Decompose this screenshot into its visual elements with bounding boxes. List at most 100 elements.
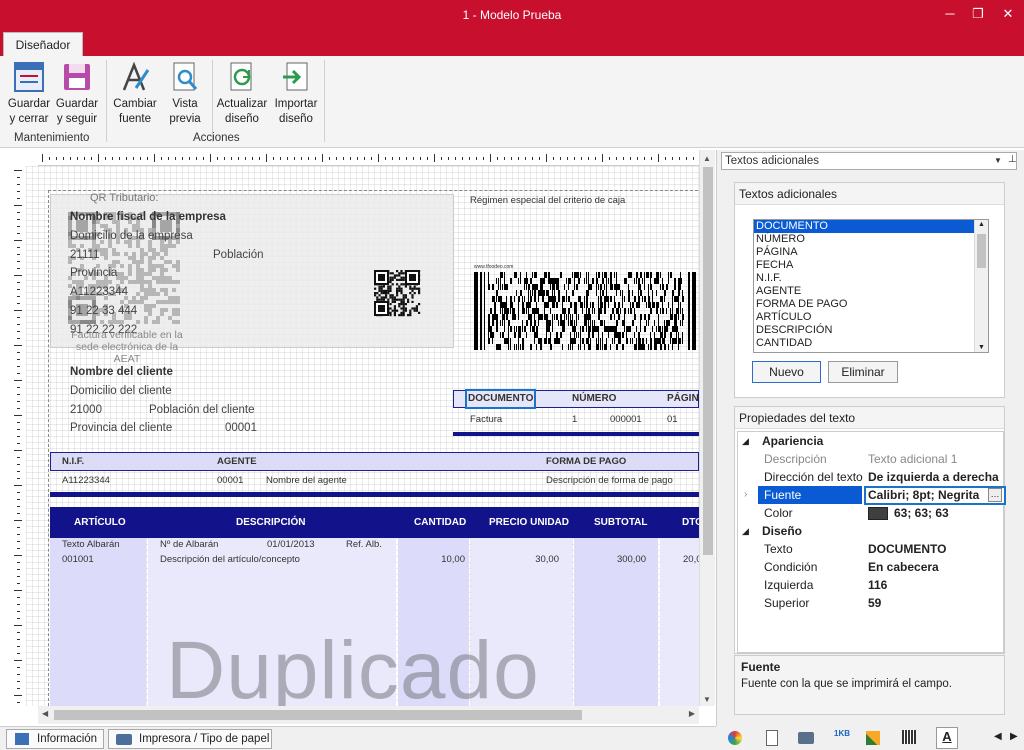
color-swatch[interactable] [868,507,888,520]
list-item[interactable]: DESCRIPCIÓN [754,324,988,337]
company-name[interactable]: Nombre fiscal de la empresa [70,211,226,223]
prop-value[interactable]: 63; 63; 63 [894,504,949,522]
header-numero[interactable]: NÚMERO [572,393,616,404]
list-item[interactable]: NÚMERO [754,233,988,246]
save-close-button[interactable]: Guardar y cerrar [4,60,54,127]
row-albaran-ref[interactable]: Ref. Alb. [346,539,382,550]
value-nif[interactable]: A11223344 [62,475,110,486]
company-nif[interactable]: A11223344 [70,286,128,298]
header-nif[interactable]: N.I.F. [62,456,84,467]
client-city[interactable]: Población del cliente [149,404,255,416]
prop-row-descripcion[interactable]: Descripción Texto adicional 1 [738,450,1003,468]
minimize-button[interactable]: ─ [936,4,964,24]
list-item[interactable]: FORMA DE PAGO [754,298,988,311]
document-icon[interactable] [766,730,778,746]
company-phone[interactable]: 91 22 33 444 [70,305,137,317]
row-albaran-text[interactable]: Texto Albarán [62,539,120,550]
value-payment[interactable]: Descripción de forma de pago [546,475,673,486]
save-continue-button[interactable]: Guardar y seguir [52,60,102,127]
row-article-code[interactable]: 001001 [62,554,94,565]
prop-value[interactable]: DOCUMENTO [868,540,946,558]
qr-label[interactable]: QR Tributario: [90,192,158,204]
client-address[interactable]: Domicilio del cliente [70,385,172,397]
header-subtotal[interactable]: SUBTOTAL [594,517,648,528]
list-item[interactable]: DOCUMENTO [754,220,988,234]
scroll-right-icon[interactable]: ▶ [689,709,695,718]
printer-button[interactable]: Impresora / Tipo de papel [108,729,272,749]
header-precio[interactable]: PRECIO UNIDAD [489,517,569,528]
value-agent-code[interactable]: 00001 [217,475,243,486]
client-province[interactable]: Provincia del cliente [70,422,172,434]
doc-type[interactable]: Factura [470,414,502,425]
prop-row-fuente[interactable]: › Fuente Calibri; 8pt; Negrita … [738,486,1006,505]
list-item[interactable]: PÁGINA [754,246,988,259]
collapse-icon[interactable]: ◢ [742,432,749,450]
header-descripcion[interactable]: DESCRIPCIÓN [236,517,305,528]
doc-page[interactable]: 01 [667,414,678,425]
qr-tool-icon[interactable] [902,730,916,744]
row-albaran-number[interactable]: Nº de Albarán [160,539,218,550]
company-province[interactable]: Provincia [70,267,117,279]
vertical-scrollbar[interactable]: ▲ ▼ [699,150,715,706]
next-tab-icon[interactable]: ▶ [1010,731,1018,742]
edit-pencil-icon[interactable] [866,731,880,745]
category-diseno[interactable]: ◢ Diseño [738,522,1003,540]
prop-row-direccion[interactable]: Dirección del texto De izquierda a derec… [738,468,1003,486]
close-button[interactable]: ✕ [994,4,1022,24]
value-agent-name[interactable]: Nombre del agente [266,475,347,486]
header-forma-pago[interactable]: FORMA DE PAGO [546,456,626,467]
row-dto[interactable]: 20,0 [683,554,699,565]
prop-row-color[interactable]: Color 63; 63; 63 [738,504,1003,522]
update-design-button[interactable]: Actualizar diseño [216,60,268,127]
property-grid[interactable]: ◢ Apariencia Descripción Texto adicional… [737,431,1006,653]
doc-number[interactable]: 000001 [610,414,642,425]
prop-value[interactable]: 59 [868,594,881,612]
list-scroll-up-icon[interactable]: ▲ [978,221,985,228]
header-cantidad[interactable]: CANTIDAD [414,517,466,528]
header-dto[interactable]: DTO. [682,517,699,528]
scroll-left-icon[interactable]: ◀ [42,709,48,718]
horizontal-scrollbar[interactable]: ◀ ▶ [38,706,699,724]
restore-button[interactable]: ❐ [964,4,992,24]
vertical-scroll-thumb[interactable] [703,167,713,555]
prop-row-texto[interactable]: Texto DOCUMENTO [738,540,1003,558]
company-city[interactable]: Población [213,249,264,261]
barcode-1kb-icon[interactable]: 1KB [834,729,850,738]
header-pagina[interactable]: PÁGINA [667,393,699,404]
header-articulo[interactable]: ARTÍCULO [74,517,126,528]
list-scrollbar[interactable]: ▲ ▼ [974,220,988,352]
prop-value[interactable]: Calibri; 8pt; Negrita [868,486,979,504]
client-postal[interactable]: 21000 [70,404,102,416]
tab-disenador[interactable]: Diseñador [3,32,83,56]
company-postal[interactable]: 21111 [70,249,99,261]
scroll-down-icon[interactable]: ▼ [703,695,711,704]
list-item[interactable]: FECHA [754,259,988,272]
list-item[interactable]: N.I.F. [754,272,988,285]
prop-row-condicion[interactable]: Condición En cabecera [738,558,1003,576]
pin-icon[interactable]: ⊥ [1008,152,1017,168]
horizontal-scroll-thumb[interactable] [54,710,582,720]
list-item[interactable]: ARTÍCULO [754,311,988,324]
preview-button[interactable]: Vista previa [160,60,210,127]
category-apariencia[interactable]: ◢ Apariencia [738,432,1003,450]
row-subtotal[interactable]: 300,00 [574,554,646,565]
watermark-duplicado[interactable]: Duplicado [166,626,540,707]
list-item[interactable]: CANTIDAD [754,337,988,350]
prop-value[interactable]: De izquierda a derecha [868,468,999,486]
ellipsis-button[interactable]: … [988,488,1002,502]
collapse-icon[interactable]: ◢ [742,522,749,540]
additional-texts-list[interactable]: DOCUMENTO NÚMERO PÁGINA FECHA N.I.F. AGE… [753,219,989,353]
prop-value[interactable]: 116 [868,576,887,594]
prop-value[interactable]: En cabecera [868,558,939,576]
doc-series[interactable]: 1 [572,414,577,425]
company-address[interactable]: Domicilio de la empresa [70,230,193,242]
scroll-up-icon[interactable]: ▲ [703,154,711,163]
text-tool-icon[interactable]: A [936,727,958,749]
dropdown-arrow-icon[interactable]: ▼ [994,153,1002,169]
verifiable-text[interactable]: Factura verificable en la sede electróni… [66,329,188,365]
nif-divider-line[interactable] [50,492,699,497]
list-scroll-thumb[interactable] [977,234,986,268]
new-button[interactable]: Nuevo [752,361,821,383]
prev-tab-icon[interactable]: ◀ [994,731,1002,742]
client-name[interactable]: Nombre del cliente [70,366,173,378]
